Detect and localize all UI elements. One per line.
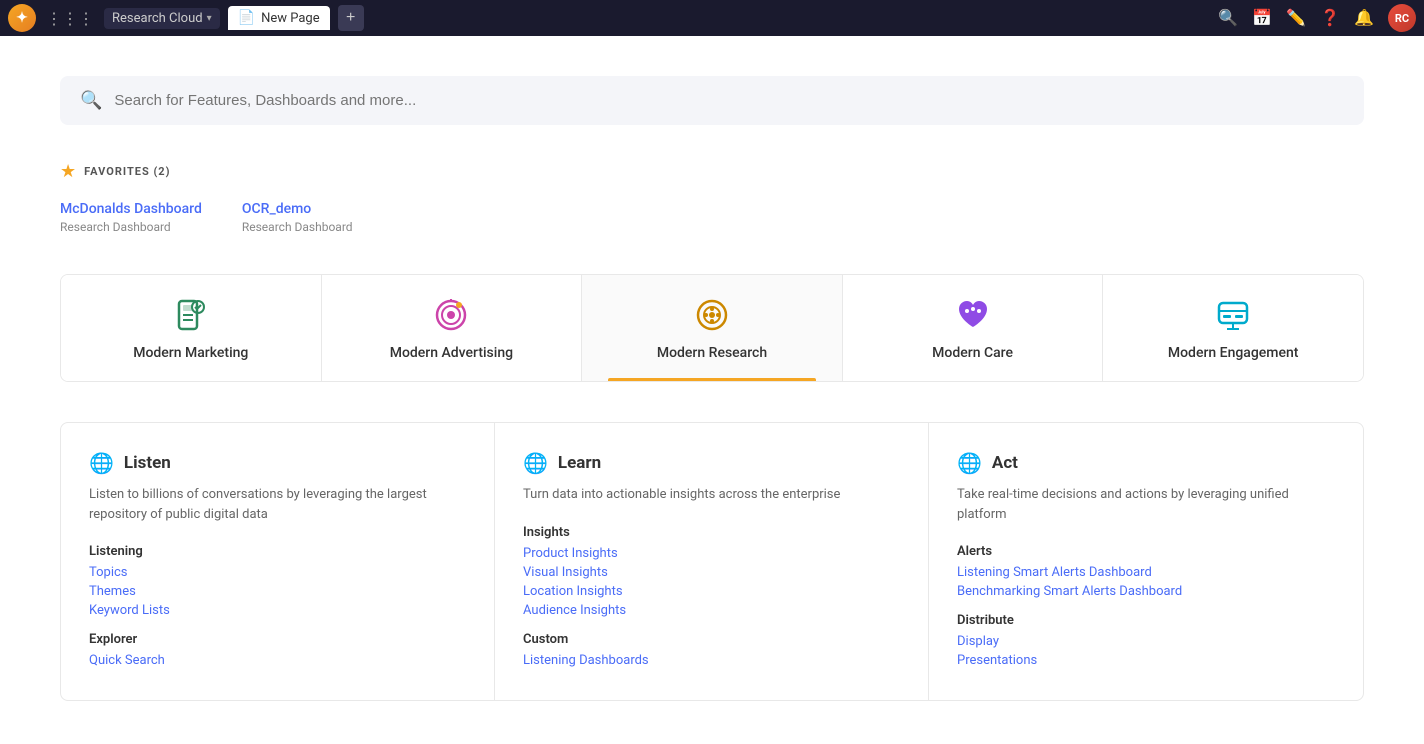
- listen-icon: 🌐: [89, 451, 114, 475]
- distribute-section-label: Distribute: [957, 613, 1335, 628]
- tab-label-engagement: Modern Engagement: [1168, 345, 1299, 361]
- presentations-link[interactable]: Presentations: [957, 653, 1335, 668]
- ocr-demo-link[interactable]: OCR_demo: [242, 201, 311, 217]
- tab-modern-care[interactable]: Modern Care: [843, 275, 1104, 381]
- workspace-selector[interactable]: Research Cloud ▾: [104, 8, 220, 29]
- page-tab[interactable]: 📄 New Page: [228, 6, 330, 30]
- help-icon-button[interactable]: ❓: [1320, 8, 1340, 28]
- explorer-section-label: Explorer: [89, 632, 466, 647]
- panel-header-act: 🌐 Act: [957, 451, 1335, 475]
- listen-description: Listen to billions of conversations by l…: [89, 485, 466, 524]
- search-container: 🔍: [60, 76, 1364, 125]
- favorite-item-1: McDonalds Dashboard Research Dashboard: [60, 198, 202, 234]
- panel-header-listen: 🌐 Listen: [89, 451, 466, 475]
- avatar[interactable]: RC: [1388, 4, 1416, 32]
- modern-marketing-icon: [171, 295, 211, 335]
- search-icon: 🔍: [80, 90, 102, 111]
- tab-label-research: Modern Research: [657, 345, 767, 361]
- tab-label-marketing: Modern Marketing: [133, 345, 248, 361]
- visual-insights-link[interactable]: Visual Insights: [523, 565, 900, 580]
- top-navigation: ✦ ⋮⋮⋮ Research Cloud ▾ 📄 New Page + 🔍 📅 …: [0, 0, 1424, 36]
- learn-icon: 🌐: [523, 451, 548, 475]
- listening-section-label: Listening: [89, 544, 466, 559]
- benchmarking-smart-alerts-link[interactable]: Benchmarking Smart Alerts Dashboard: [957, 584, 1335, 599]
- act-title: Act: [992, 453, 1018, 473]
- listening-dashboards-link[interactable]: Listening Dashboards: [523, 653, 900, 668]
- page-icon: 📄: [238, 10, 255, 26]
- learn-description: Turn data into actionable insights acros…: [523, 485, 900, 505]
- modern-research-icon: [692, 295, 732, 335]
- alerts-section-label: Alerts: [957, 544, 1335, 559]
- listening-smart-alerts-link[interactable]: Listening Smart Alerts Dashboard: [957, 565, 1335, 580]
- mcdonalds-dashboard-link[interactable]: McDonalds Dashboard: [60, 201, 202, 217]
- keyword-lists-link[interactable]: Keyword Lists: [89, 603, 466, 618]
- calendar-icon-button[interactable]: 📅: [1252, 8, 1272, 28]
- audience-insights-link[interactable]: Audience Insights: [523, 603, 900, 618]
- chevron-down-icon: ▾: [207, 13, 212, 24]
- main-content: 🔍 ★ FAVORITES (2) McDonalds Dashboard Re…: [0, 36, 1424, 741]
- custom-section-label: Custom: [523, 632, 900, 647]
- search-input[interactable]: [114, 92, 1344, 109]
- avatar-initials: RC: [1395, 12, 1409, 25]
- feature-panels: 🌐 Listen Listen to billions of conversat…: [60, 422, 1364, 701]
- tab-modern-advertising[interactable]: Modern Advertising: [322, 275, 583, 381]
- edit-icon-button[interactable]: ✏️: [1286, 8, 1306, 28]
- topics-link[interactable]: Topics: [89, 565, 466, 580]
- tab-label-advertising: Modern Advertising: [390, 345, 513, 361]
- modern-engagement-icon: [1213, 295, 1253, 335]
- tab-modern-marketing[interactable]: Modern Marketing: [61, 275, 322, 381]
- tab-modern-research[interactable]: Modern Research: [582, 275, 843, 381]
- tab-modern-engagement[interactable]: Modern Engagement: [1103, 275, 1363, 381]
- nav-actions: 🔍 📅 ✏️ ❓ 🔔 RC: [1218, 4, 1416, 32]
- app-logo[interactable]: ✦: [8, 4, 36, 32]
- favorite-type-2: Research Dashboard: [242, 220, 353, 234]
- insights-section-label: Insights: [523, 525, 900, 540]
- feature-panel-listen: 🌐 Listen Listen to billions of conversat…: [61, 423, 495, 700]
- feature-panel-learn: 🌐 Learn Turn data into actionable insigh…: [495, 423, 929, 700]
- modern-advertising-icon: [431, 295, 471, 335]
- add-tab-button[interactable]: +: [338, 5, 364, 31]
- favorites-title: FAVORITES (2): [84, 165, 170, 178]
- themes-link[interactable]: Themes: [89, 584, 466, 599]
- panel-header-learn: 🌐 Learn: [523, 451, 900, 475]
- act-icon: 🌐: [957, 451, 982, 475]
- grid-icon[interactable]: ⋮⋮⋮: [44, 7, 96, 30]
- bell-icon-button[interactable]: 🔔: [1354, 8, 1374, 28]
- logo-symbol: ✦: [16, 10, 28, 26]
- tab-label-care: Modern Care: [932, 345, 1013, 361]
- feature-panel-act: 🌐 Act Take real-time decisions and actio…: [929, 423, 1363, 700]
- location-insights-link[interactable]: Location Insights: [523, 584, 900, 599]
- star-icon: ★: [60, 161, 76, 182]
- page-tab-label: New Page: [261, 11, 320, 26]
- listen-title: Listen: [124, 453, 171, 473]
- modern-care-icon: [953, 295, 993, 335]
- product-insights-link[interactable]: Product Insights: [523, 546, 900, 561]
- learn-title: Learn: [558, 453, 601, 473]
- act-description: Take real-time decisions and actions by …: [957, 485, 1335, 524]
- display-link[interactable]: Display: [957, 634, 1335, 649]
- workspace-label: Research Cloud: [112, 11, 203, 26]
- favorite-item-2: OCR_demo Research Dashboard: [242, 198, 353, 234]
- search-icon-button[interactable]: 🔍: [1218, 8, 1238, 28]
- favorite-type-1: Research Dashboard: [60, 220, 202, 234]
- favorites-grid: McDonalds Dashboard Research Dashboard O…: [60, 198, 1364, 234]
- favorites-section: ★ FAVORITES (2) McDonalds Dashboard Rese…: [60, 161, 1364, 234]
- quick-search-link[interactable]: Quick Search: [89, 653, 466, 668]
- favorites-header: ★ FAVORITES (2): [60, 161, 1364, 182]
- module-tabs: Modern Marketing Modern Advertising: [60, 274, 1364, 382]
